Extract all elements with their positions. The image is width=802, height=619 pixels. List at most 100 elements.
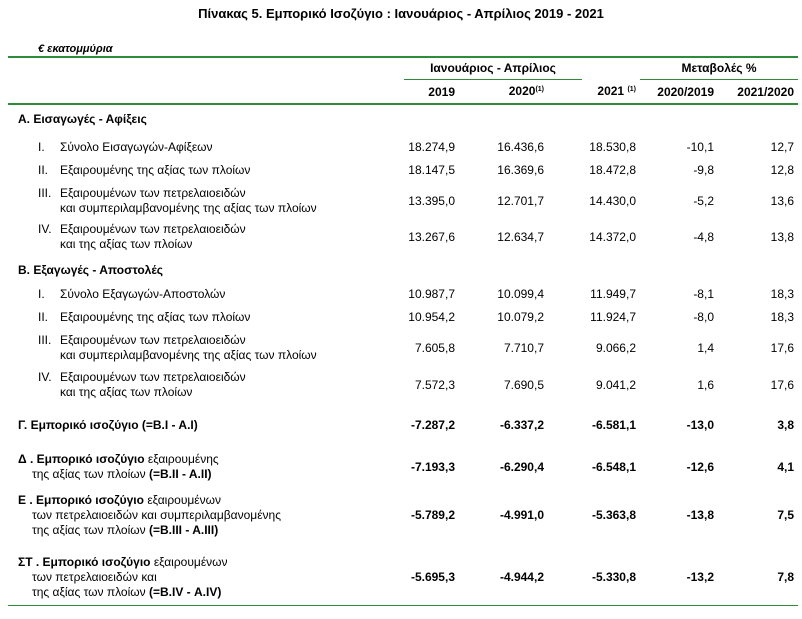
value-2021: -5.330,8 [591, 570, 636, 584]
change-2021-2020: 3,8 [777, 418, 794, 432]
balance-label-line3-text: της αξίας των πλοίων [32, 523, 146, 537]
balance-label-line2-text: της αξίας των πλοίων [32, 467, 146, 481]
change-2020-2019: -4,8 [693, 229, 714, 244]
row-label: Σύνολο Εισαγωγών-Αφίξεων [60, 140, 213, 154]
value-2020: -4.991,0 [499, 508, 544, 522]
row-label-line2: και συμπεριλαμβανομένης της αξίας των πλ… [60, 348, 317, 362]
value-2020: 12.634,7 [497, 229, 544, 244]
value-2021: 18.472,8 [589, 163, 636, 177]
value-2019: -7.193,3 [410, 459, 455, 474]
section-exports: Β. Εξαγωγές - Αποστολές [18, 263, 164, 277]
balance-label-bold: Δ . Εμπορικό ισοζύγιο [18, 452, 145, 466]
table-title: Πίνακας 5. Εμπορικό Ισοζύγιο : Ιανουάριο… [198, 6, 604, 21]
value-2019: 18.274,9 [408, 140, 455, 154]
change-2021-2020: 7,8 [777, 570, 794, 584]
balance-label: Ε . Εμπορικό ισοζύγιο εξαιρουμένων [18, 493, 221, 507]
row-number: II. [38, 163, 49, 177]
balance-label-line2-text: των πετρελαιοειδών και συμπεριλαμβανομέν… [32, 508, 282, 522]
value-2020: 7.710,7 [503, 340, 544, 355]
bottom-rule [8, 605, 798, 606]
value-2021: 14.372,0 [589, 229, 636, 244]
row-number: II. [38, 310, 49, 324]
change-2020-2019: -8,1 [693, 287, 714, 301]
row-label-line2: και της αξίας των πλοίων [60, 237, 193, 251]
change-2021-2020: 18,3 [770, 287, 794, 301]
balance-label-bold: ΣΤ . Εμπορικό ισοζύγιο [18, 555, 151, 569]
value-2021: 9.066,2 [595, 340, 636, 355]
change-2020-2019: -9,8 [693, 163, 714, 177]
balance-label-line3-formula: (=Β.IV - Α.IV) [145, 585, 222, 599]
value-2019: 10.954,2 [408, 310, 455, 324]
value-2021: 18.530,8 [589, 140, 636, 154]
change-2020-2019: -10,1 [686, 140, 714, 154]
value-2020: 10.099,4 [497, 287, 544, 301]
change-2021-2020: 18,3 [770, 310, 794, 324]
header-change-2020-2019: 2020/2019 [657, 85, 714, 99]
section-imports: Α. Εισαγωγές - Αφίξεις [18, 112, 147, 126]
top-rule [8, 56, 798, 58]
row-label-line2: και της αξίας των πλοίων [60, 385, 193, 399]
value-2021: 9.041,2 [595, 377, 636, 392]
balance-label-bold: Γ. Εμπορικό ισοζύγιο (=Β.Ι - Α.Ι) [18, 418, 198, 432]
balance-label-text: εξαιρουμένων [150, 555, 228, 569]
change-2021-2020: 12,8 [770, 163, 794, 177]
balance-label: ΣΤ . Εμπορικό ισοζύγιο εξαιρουμένων [18, 555, 228, 569]
balance-label-line2: των πετρελαιοειδών και [32, 570, 157, 584]
header-2020: 2020(1) [508, 84, 544, 98]
change-2021-2020: 12,7 [770, 140, 794, 154]
balance-label-text: εξαιρουμένης [144, 452, 219, 466]
change-2020-2019: -13,2 [686, 570, 714, 584]
row-number: III. [38, 333, 52, 347]
balance-label-line2: των πετρελαιοειδών και συμπεριλαμβανομέν… [32, 508, 281, 522]
change-2021-2020: 17,6 [770, 377, 794, 392]
value-2019: 7.572,3 [414, 377, 455, 392]
value-2020: -4.944,2 [499, 570, 544, 584]
change-2020-2019: -8,0 [693, 310, 714, 324]
row-label: Εξαιρουμένων των πετρελαιοειδών [60, 222, 246, 236]
change-2020-2019: 1,6 [697, 377, 714, 392]
row-label: Σύνολο Εξαγωγών-Αποστολών [60, 287, 226, 301]
value-2020: -6.290,4 [499, 459, 544, 474]
value-2019: -7.287,2 [410, 418, 455, 432]
header-period-rule [404, 79, 582, 80]
header-change-rule [640, 79, 798, 80]
value-2021: -6.581,1 [591, 418, 636, 432]
change-2020-2019: -13,0 [686, 418, 714, 432]
value-2019: 7.605,8 [414, 340, 455, 355]
value-2020: 16.436,6 [497, 140, 544, 154]
row-number: I. [38, 140, 45, 154]
change-2020-2019: -13,8 [686, 508, 714, 522]
value-2019: 18.147,5 [408, 163, 455, 177]
row-label: Εξαιρουμένων των πετρελαιοειδών [60, 186, 246, 200]
change-2021-2020: 17,6 [770, 340, 794, 355]
value-2020: 16.369,6 [497, 163, 544, 177]
value-2019: 10.987,7 [408, 287, 455, 301]
balance-label-line3: της αξίας των πλοίων (=Β.IV - Α.IV) [32, 585, 221, 599]
balance-label-text: εξαιρουμένων [143, 493, 222, 507]
header-change: Μεταβολές % [681, 61, 757, 75]
balance-label: Δ . Εμπορικό ισοζύγιο εξαιρουμένης [18, 452, 219, 466]
header-2021-note: (1) [627, 86, 636, 93]
header-2021: 2021 (1) [597, 84, 636, 98]
header-2020-note: (1) [535, 86, 544, 93]
value-2021: 11.924,7 [590, 310, 636, 324]
change-2020-2019: -5,2 [693, 193, 714, 208]
value-2019: 13.267,6 [408, 229, 455, 244]
value-2021: 11.949,7 [590, 287, 636, 301]
change-2021-2020: 7,5 [777, 508, 794, 522]
balance-label-bold: Ε . Εμπορικό ισοζύγιο [18, 493, 144, 507]
change-2020-2019: 1,4 [697, 340, 714, 355]
value-2021: -5.363,8 [591, 508, 636, 522]
balance-label-line3: της αξίας των πλοίων (=Β.ΙΙΙ - Α.ΙΙΙ) [32, 523, 218, 537]
row-label: Εξαιρουμένων των πετρελαιοειδών [60, 333, 246, 347]
row-number: I. [38, 287, 45, 301]
balance-label: Γ. Εμπορικό ισοζύγιο (=Β.Ι - Α.Ι) [18, 418, 198, 432]
header-period: Ιανουάριος - Απρίλιος [430, 61, 556, 75]
row-label: Εξαιρουμένης της αξίας των πλοίων [60, 163, 251, 177]
change-2021-2020: 13,6 [770, 193, 794, 208]
header-change-2021-2020: 2021/2020 [737, 85, 794, 99]
balance-label-line2-text: των πετρελαιοειδών και [32, 570, 157, 584]
value-2019: -5.789,2 [410, 508, 455, 522]
value-2021: -6.548,1 [591, 459, 636, 474]
header-bottom-rule [8, 103, 798, 105]
